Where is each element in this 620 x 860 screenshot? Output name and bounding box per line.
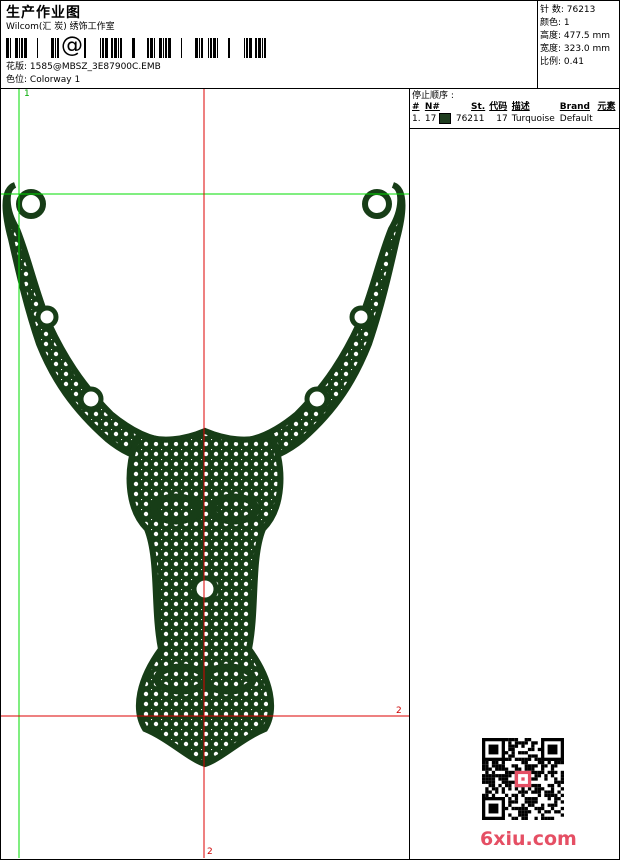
stats-divider [537,0,538,88]
studio-name: Wilcom(汇 炭) 绣饰工作室 [6,22,115,32]
page-title: 生产作业图 [6,5,81,21]
col-description: 描述 [511,102,530,112]
row-element [595,113,618,125]
row-stitches: 76211 [455,114,485,124]
col-code: 代码 [489,102,508,112]
design-value: 1585@MBSZ_3E87900C.EMB [29,62,161,72]
colorway-value: Colorway 1 [29,75,81,85]
design-scale: 比例: 0.41 [540,57,584,67]
sequence-divider [409,128,619,129]
guide-label-right: 2 [396,706,402,716]
row-index: 1. [412,114,421,124]
col-needle: N# [424,102,440,112]
col-index: # [412,102,420,112]
col-element: 元素 [597,102,616,112]
design-label: 花版: [6,62,28,72]
row-needle: 17 [423,113,454,125]
colorway-label: 色位: [6,75,28,85]
guide-label-bottom: 2 [207,847,213,857]
design-canvas [1,89,409,858]
colorway-row: 色位: Colorway 1 [6,75,80,86]
design-height: 高度: 477.5 mm [540,31,611,41]
stop-sequence-table: # N# St. 代码 描述 Brand 元素 1. 17 76211 17 T… [410,101,618,125]
watermark-brand: 6xiu.com [480,828,577,850]
table-row: 1. 17 76211 17 Turquoise Default [410,113,618,125]
col-brand: Brand [559,102,590,112]
barcode [6,38,266,58]
barcode-at-symbol: @ [60,33,84,59]
guide-label-top: 1 [24,89,30,99]
row-code: 17 [496,114,508,124]
canvas-divider [409,88,410,860]
thread-color-swatch [439,113,452,124]
col-stitches: St. [471,102,486,112]
color-count: 颜色: 1 [540,18,570,28]
row-brand: Default [559,114,593,124]
row-description: Turquoise [511,114,555,124]
qr-code [482,738,564,820]
design-width: 宽度: 323.0 mm [540,44,611,54]
table-header-row: # N# St. 代码 描述 Brand 元素 [410,101,618,113]
stitch-count: 针 数: 76213 [540,5,596,15]
design-file-row: 花版: 1585@MBSZ_3E87900C.EMB [6,62,161,73]
needle-number: 17 [424,114,437,124]
design-stats: 针 数: 76213 颜色: 1 高度: 477.5 mm 宽度: 323.0 … [540,4,610,69]
